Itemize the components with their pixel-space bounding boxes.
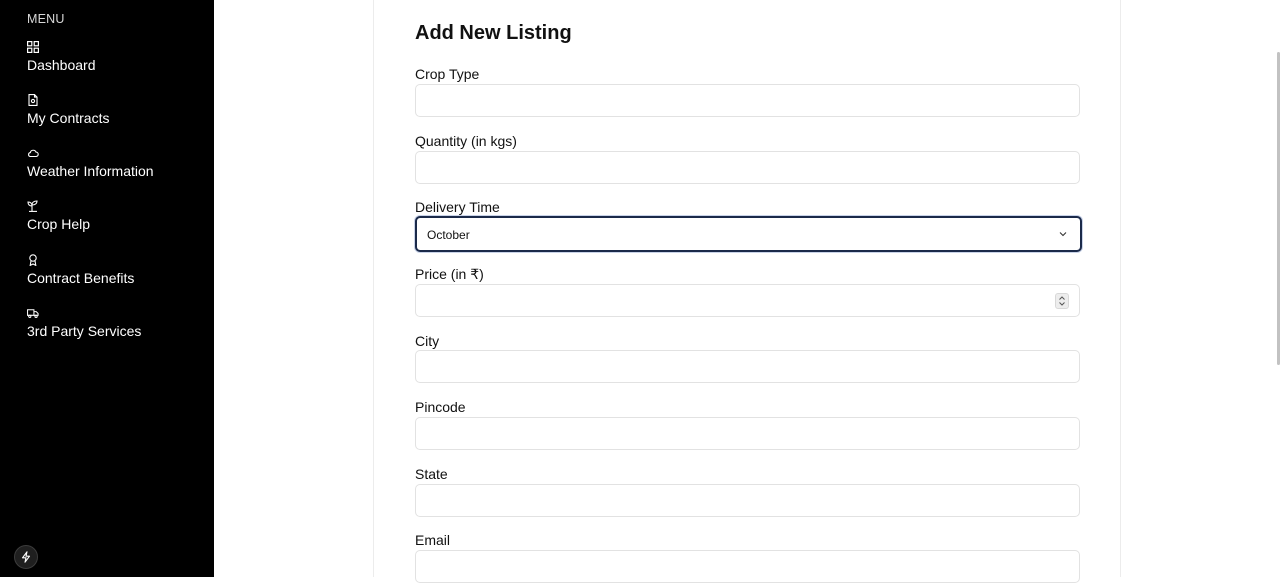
- sidebar-item-label: My Contracts: [27, 110, 110, 126]
- truck-icon: [27, 309, 39, 318]
- crop-type-input[interactable]: [415, 84, 1080, 117]
- sidebar-item-label: 3rd Party Services: [27, 323, 142, 339]
- pincode-input[interactable]: [415, 417, 1080, 450]
- stepper-arrows-icon: [1059, 296, 1065, 306]
- sidebar-item-label: Contract Benefits: [27, 270, 135, 286]
- sidebar-item-weather-information[interactable]: Weather Information: [27, 147, 207, 191]
- chevron-down-icon: [1059, 232, 1067, 237]
- quantity-label: Quantity (in kgs): [415, 133, 517, 149]
- page-title: Add New Listing: [415, 22, 572, 44]
- bolt-icon: [21, 551, 31, 563]
- sidebar-item-contract-benefits[interactable]: Contract Benefits: [27, 254, 207, 298]
- award-icon: [29, 254, 37, 266]
- crop-type-label: Crop Type: [415, 66, 480, 82]
- delivery-time-label: Delivery Time: [415, 199, 500, 215]
- sidebar-item-dashboard[interactable]: Dashboard: [27, 41, 207, 85]
- number-stepper[interactable]: [1055, 293, 1069, 309]
- city-label: City: [415, 333, 440, 349]
- sprout-icon: [27, 200, 38, 212]
- document-icon: [28, 94, 38, 106]
- quantity-input[interactable]: [415, 151, 1080, 184]
- sidebar-item-label: Weather Information: [27, 163, 154, 179]
- dashboard-icon: [27, 41, 39, 53]
- cloud-icon: [28, 149, 39, 158]
- bolt-button[interactable]: [14, 545, 38, 569]
- sidebar-item-my-contracts[interactable]: My Contracts: [27, 94, 207, 138]
- menu-heading: MENU: [27, 12, 65, 26]
- state-input[interactable]: [415, 484, 1080, 517]
- delivery-time-select[interactable]: October: [415, 216, 1082, 252]
- pincode-label: Pincode: [415, 399, 466, 415]
- sidebar-item-label: Crop Help: [27, 216, 91, 232]
- price-label: Price (in ₹): [415, 266, 484, 282]
- sidebar-item-crop-help[interactable]: Crop Help: [27, 200, 207, 244]
- email-label: Email: [415, 532, 451, 548]
- city-input[interactable]: [415, 350, 1080, 383]
- sidebar-item-label: Dashboard: [27, 57, 96, 73]
- state-label: State: [415, 466, 448, 482]
- sidebar-item-3rd-party-services[interactable]: 3rd Party Services: [27, 307, 207, 351]
- listing-form-panel: Add New Listing Crop Type Quantity (in k…: [373, 0, 1121, 583]
- sidebar: MENU Dashboard My Contracts Weather Info…: [0, 0, 214, 577]
- email-input[interactable]: [415, 550, 1080, 583]
- price-input[interactable]: [415, 284, 1080, 317]
- delivery-time-value: October: [427, 228, 470, 242]
